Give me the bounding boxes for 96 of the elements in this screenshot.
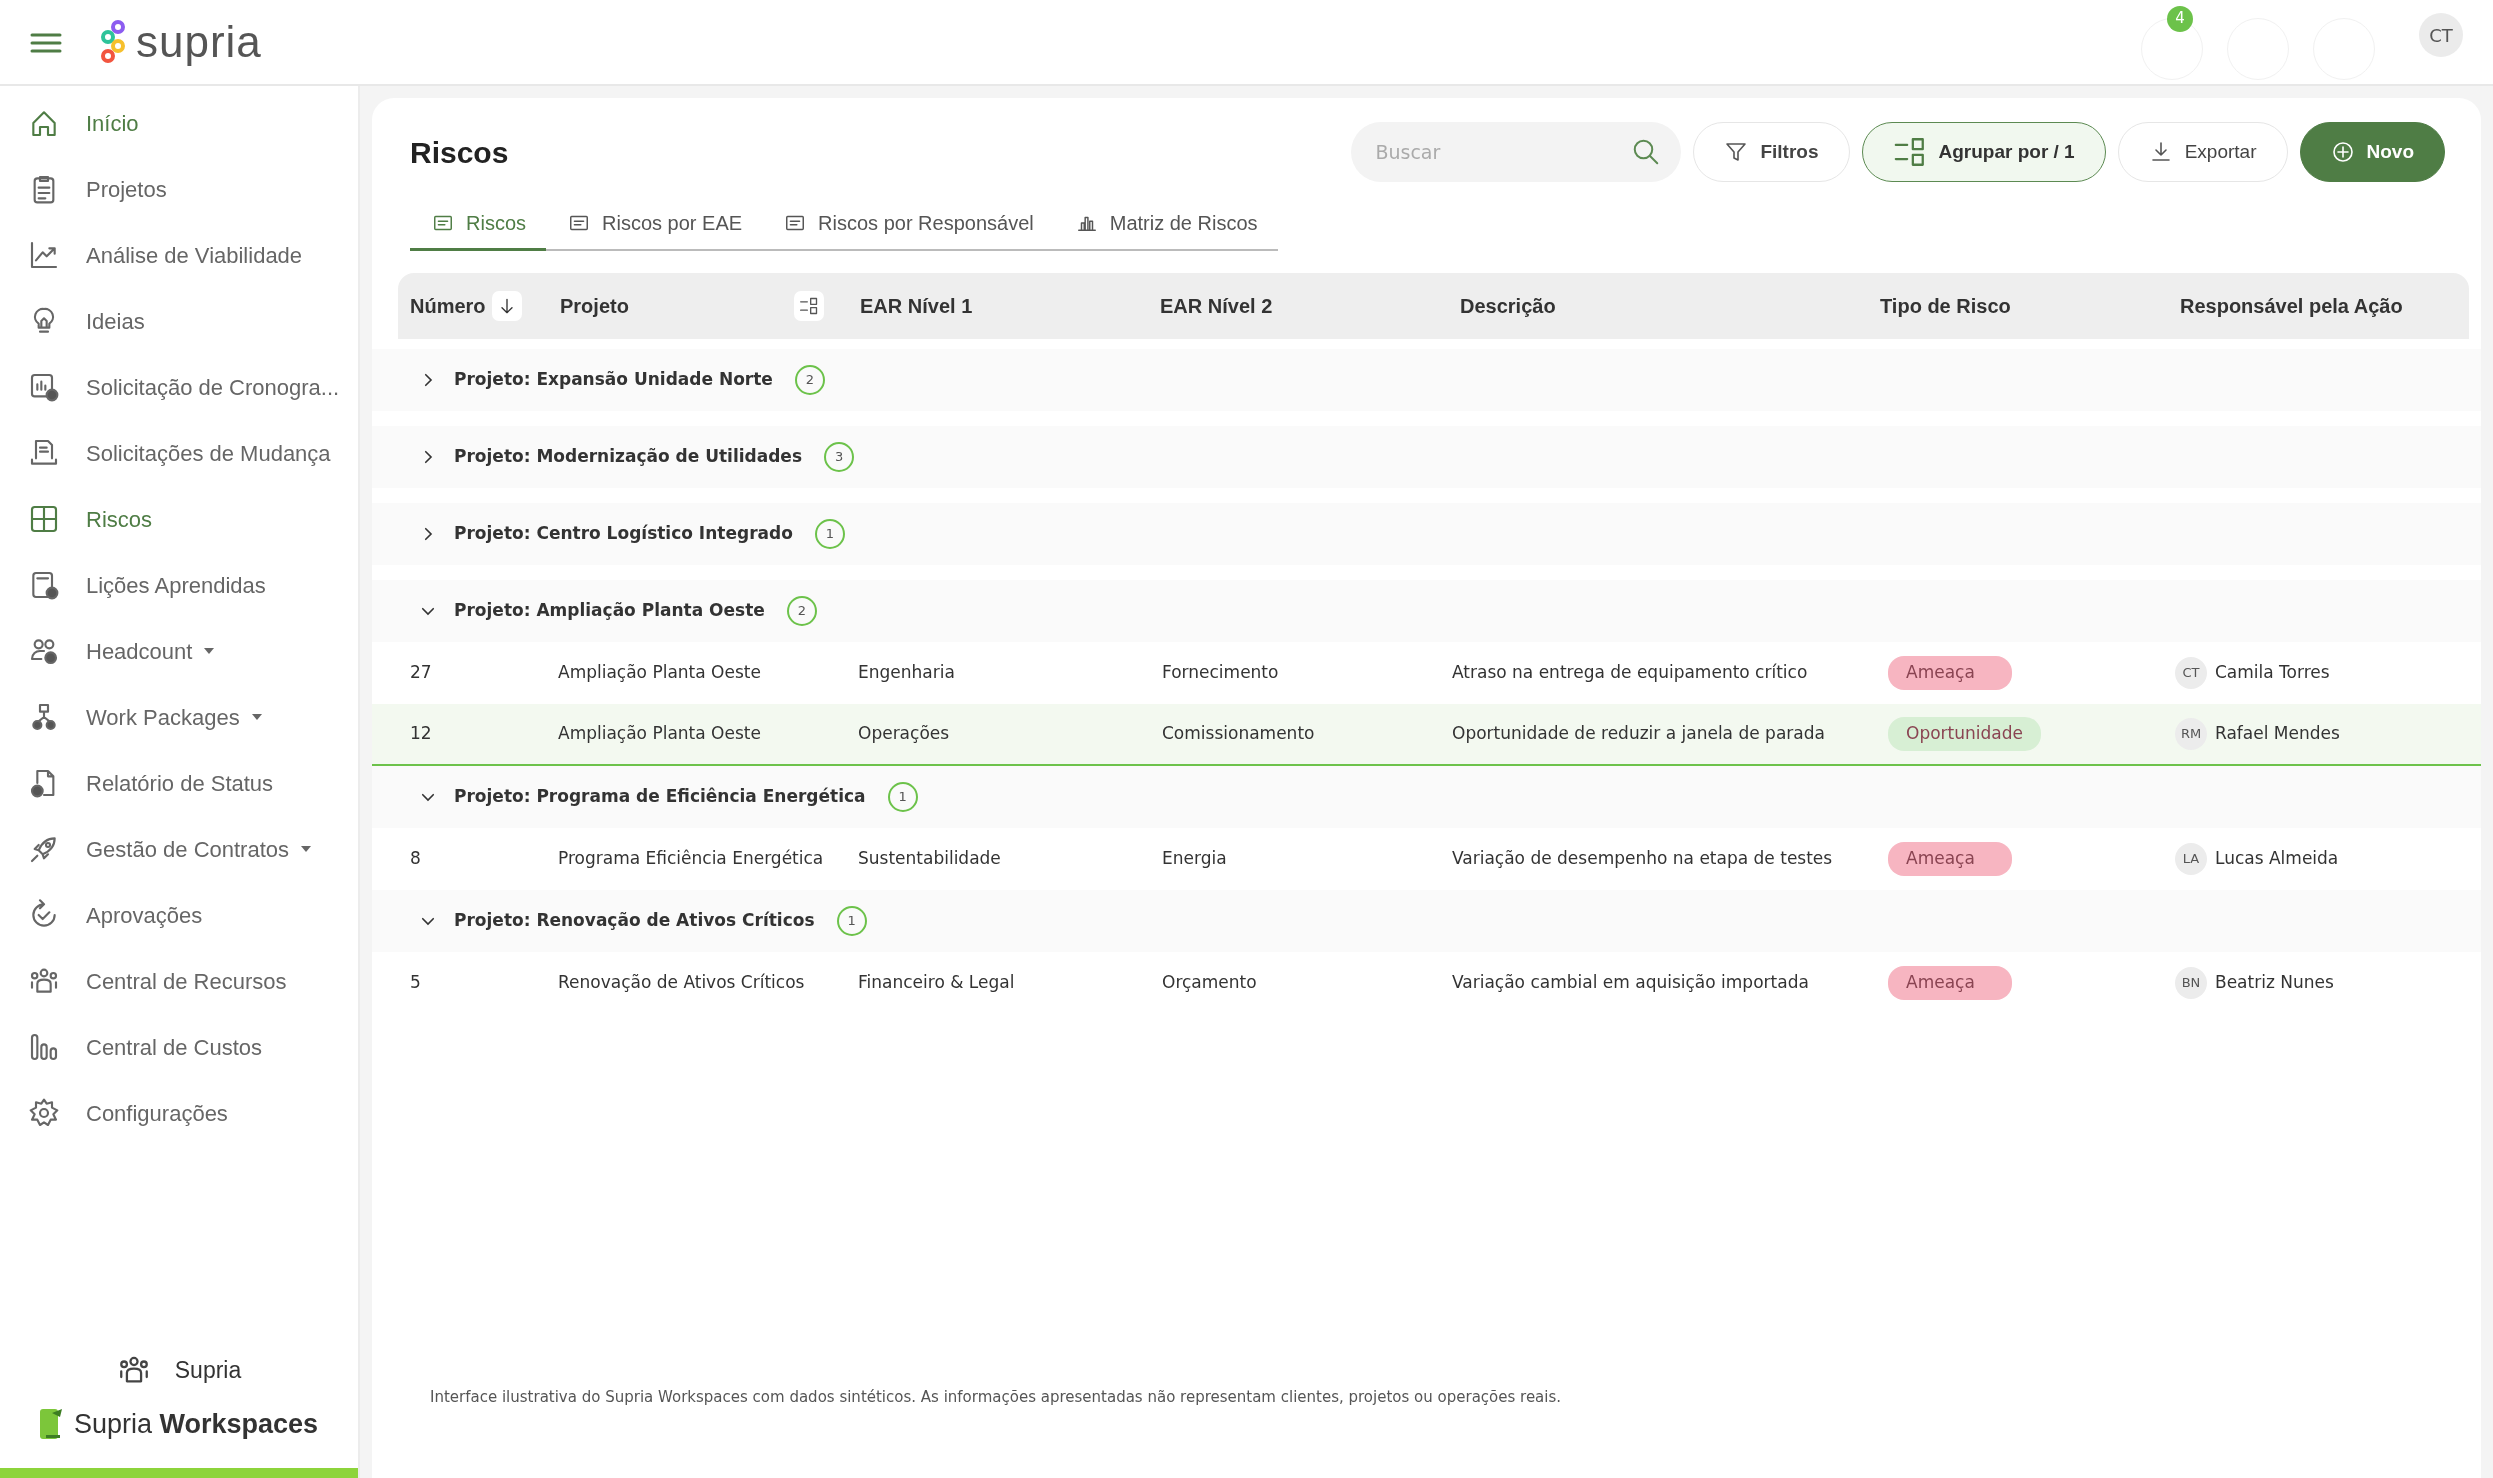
risk-type-tag: Ameaça: [1888, 656, 2012, 690]
sidebar-item[interactable]: Central de Custos: [0, 1014, 358, 1080]
sidebar-item[interactable]: Aprovações: [0, 882, 358, 948]
group-title: Projeto: Ampliação Planta Oeste: [454, 599, 765, 623]
bars-icon: [28, 1031, 60, 1063]
count-badge: 2: [786, 596, 817, 626]
user-avatar[interactable]: CT: [2419, 13, 2463, 57]
tab[interactable]: Riscos por EAE: [546, 198, 763, 251]
column-header[interactable]: EAR Nível 1: [860, 291, 973, 321]
chart-line-icon: [28, 239, 60, 271]
plus-circle-icon: [2330, 140, 2355, 164]
risk-type-tag: Ameaça: [1888, 842, 2012, 876]
column-header[interactable]: Tipo de Risco: [1880, 291, 2011, 321]
group-button[interactable]: Agrupar por / 1: [1861, 122, 2106, 182]
table-cell-text: Fornecimento: [1162, 661, 1280, 685]
table-cell-text: Lucas Almeida: [2215, 847, 2339, 871]
group-icon: [1892, 135, 1927, 169]
sidebar-item[interactable]: Projetos: [0, 156, 358, 222]
table-cell-text: Financeiro & Legal: [858, 971, 1016, 995]
export-button[interactable]: Exportar: [2117, 122, 2288, 182]
count-badge: 2: [794, 365, 825, 395]
table-cell-text: 12: [410, 722, 433, 746]
table-row[interactable]: 12 Ampliação Planta Oeste Operações Comissionamento Oportunidade de reduzir a janela de parada Oportunidade RM Rafael Mendes: [372, 704, 2481, 766]
tab[interactable]: Riscos por Responsável: [762, 198, 1054, 251]
table-cell-text: Operações: [858, 722, 951, 746]
logo-text: supria: [136, 20, 262, 64]
table-cell-text: 5: [410, 971, 422, 995]
funnel-icon: [1724, 140, 1749, 164]
page-title: Riscos: [410, 134, 509, 171]
column-header[interactable]: Responsável pela Ação: [2180, 291, 2403, 321]
table-cell-text: Variação de desempenho na etapa de testes: [1452, 847, 1834, 871]
group-title: Projeto: Programa de Eficiência Energética: [454, 785, 866, 809]
logo-icon: [100, 19, 128, 65]
sidebar-item[interactable]: Ideias: [0, 288, 358, 354]
sidebar-item[interactable]: Início: [0, 90, 358, 156]
table-cell-text: Renovação de Ativos Críticos: [558, 971, 806, 995]
sidebar-item[interactable]: Solicitações de Mudança: [0, 420, 358, 486]
settings-icon: [28, 1097, 60, 1129]
sidebar-item[interactable]: Configurações: [0, 1080, 358, 1146]
new-button[interactable]: Novo: [2299, 122, 2445, 182]
chart-check-icon: [28, 371, 60, 403]
group-title: Projeto: Centro Logístico Integrado: [454, 522, 793, 546]
sidebar-item[interactable]: Lições Aprendidas: [0, 552, 358, 618]
owner-avatar: LA: [2175, 843, 2207, 875]
table-cell-text: Oportunidade de reduzir a janela de parada: [1452, 722, 1826, 746]
table-cell-text: Rafael Mendes: [2215, 722, 2340, 746]
owner-avatar: BN: [2175, 967, 2207, 999]
sidebar-item[interactable]: Gestão de Contratos: [0, 816, 358, 882]
sort-button[interactable]: [491, 291, 522, 321]
tab[interactable]: Matriz de Riscos: [1053, 198, 1278, 251]
count-badge: 1: [887, 782, 918, 812]
risk-type-tag: Ameaça: [1888, 966, 2012, 1000]
column-options-button[interactable]: [794, 291, 824, 321]
count-badge: 3: [824, 442, 854, 472]
table-cell-text: Programa Eficiência Energética: [558, 847, 825, 871]
count-badge: 1: [814, 519, 845, 549]
group-title: Projeto: Renovação de Ativos Críticos: [454, 909, 815, 933]
table-cell-text: Energia: [1162, 847, 1228, 871]
column-header[interactable]: Descrição: [1460, 291, 1556, 321]
column-header[interactable]: Projeto: [560, 291, 629, 321]
table-cell-text: Variação cambial em aquisição importada: [1452, 971, 1810, 995]
sidebar-item[interactable]: Riscos: [0, 486, 358, 552]
footnote: Interface ilustrativa do Supria Workspaces com dados sintéticos. As informações apresentadas não representam clientes, projetos ou operações reais.: [429, 1386, 1563, 1408]
owner-avatar: RM: [2175, 718, 2207, 750]
column-header[interactable]: Número: [410, 291, 486, 321]
table-cell-text: Comissionamento: [1162, 722, 1316, 746]
sidebar-item[interactable]: Solicitação de Cronogra...: [0, 354, 358, 420]
table-cell-text: Orçamento: [1162, 971, 1258, 995]
owner-avatar: CT: [2175, 657, 2207, 689]
table-cell-text: Ampliação Planta Oeste: [558, 661, 762, 685]
group-title: Projeto: Modernização de Utilidades: [454, 445, 802, 469]
table-cell-text: Engenharia: [858, 661, 956, 685]
tab[interactable]: Riscos: [410, 198, 546, 251]
sidebar-item[interactable]: Relatório de Status: [0, 750, 358, 816]
sidebar-item[interactable]: Análise de Viabilidade: [0, 222, 358, 288]
search-field[interactable]: Buscar: [1351, 122, 1682, 182]
notification-badge: 4: [2167, 5, 2193, 32]
table-cell-text: 27: [410, 661, 433, 685]
workspace-name[interactable]: Supria: [174, 1353, 242, 1388]
table-cell-text: Sustentabilidade: [858, 847, 1002, 871]
brand-name: Supria Workspaces: [73, 1407, 319, 1441]
sidebar-item[interactable]: Central de Recursos: [0, 948, 358, 1014]
sidebar-item[interactable]: Work Packages: [0, 684, 358, 750]
group-title: Projeto: Expansão Unidade Norte: [454, 368, 773, 392]
group-icon: [799, 296, 819, 316]
grid-icon: [28, 503, 60, 535]
table-cell-text: Ampliação Planta Oeste: [558, 722, 762, 746]
table-cell-text: Beatriz Nunes: [2215, 971, 2334, 995]
risk-type-tag: Oportunidade: [1888, 717, 2041, 751]
sidebar-item[interactable]: Headcount: [0, 618, 358, 684]
filter-button[interactable]: Filtros: [1693, 122, 1850, 182]
table-cell-text: Atraso na entrega de equipamento crítico: [1452, 661, 1809, 685]
table-cell-text: 8: [410, 847, 422, 871]
count-badge: 1: [836, 906, 867, 936]
column-header[interactable]: EAR Nível 2: [1160, 291, 1273, 321]
table-cell-text: Camila Torres: [2215, 661, 2330, 685]
